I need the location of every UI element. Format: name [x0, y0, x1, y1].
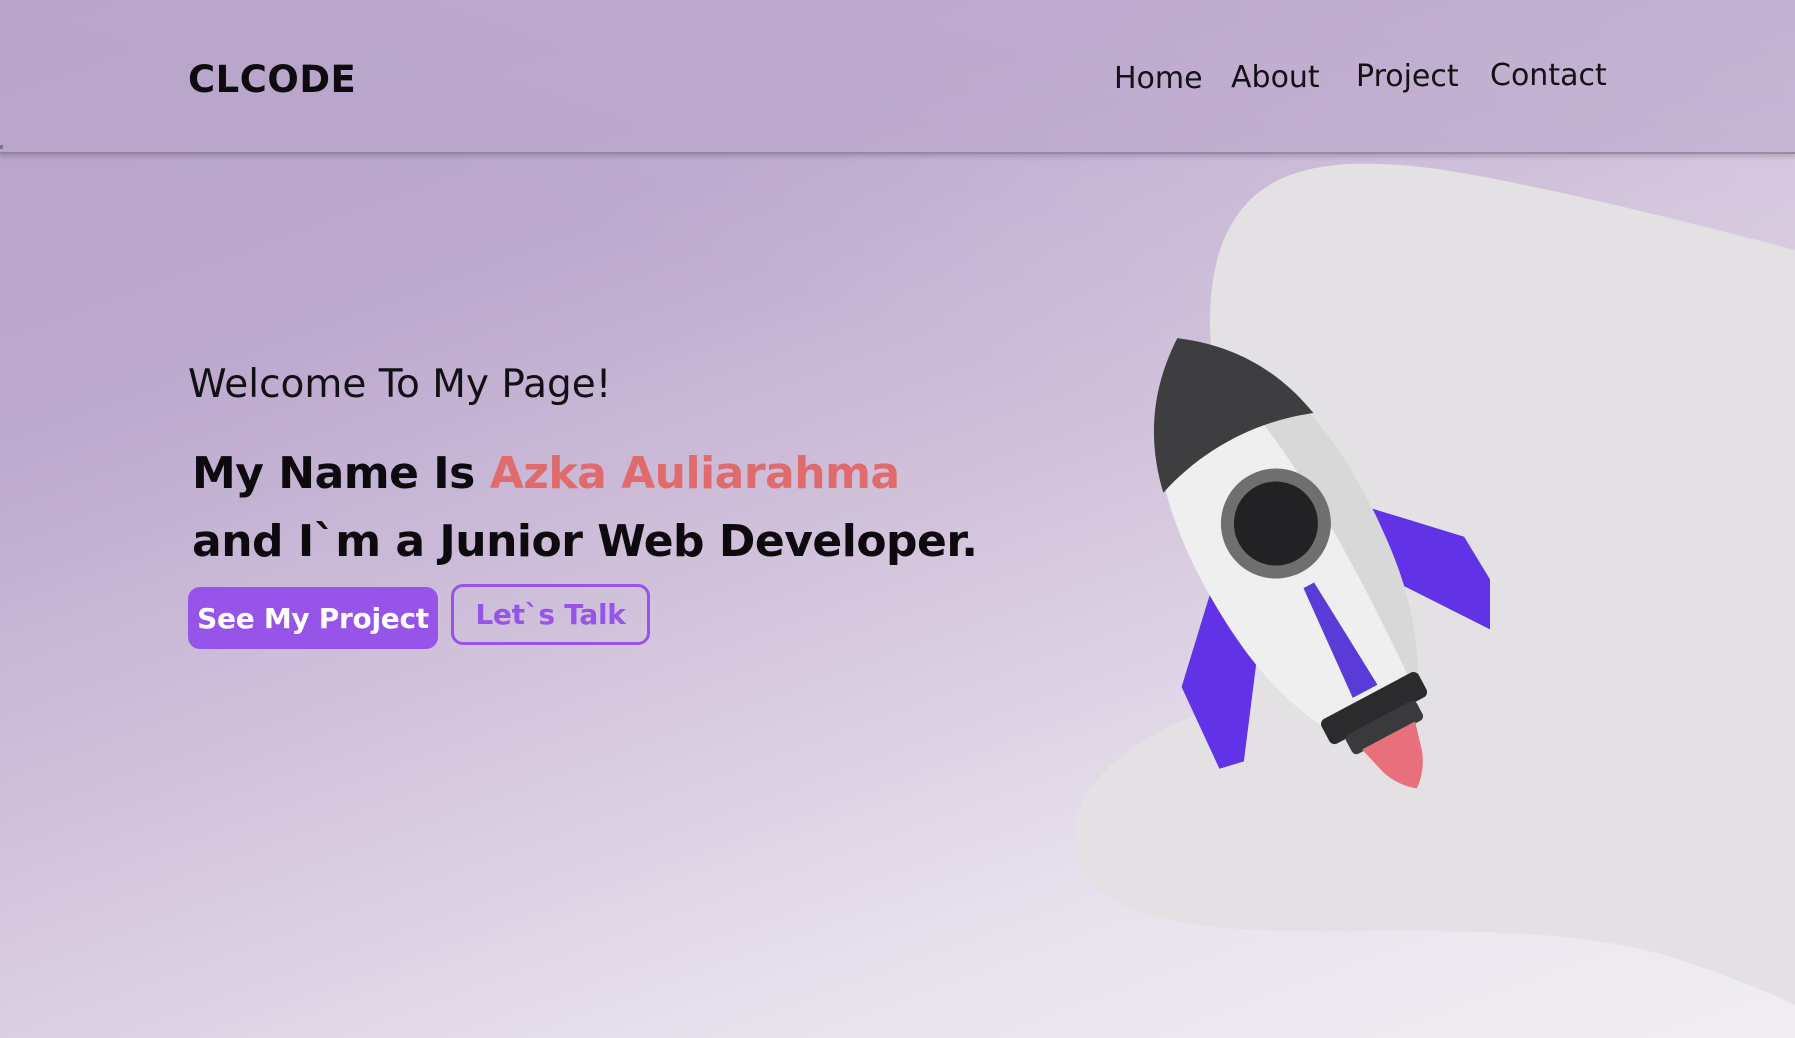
nav-link-contact[interactable]: Contact: [1490, 58, 1607, 93]
site-logo[interactable]: CLCODE: [188, 58, 356, 101]
headline-role: and I`m a Junior Web Developer.: [192, 516, 978, 567]
hero-headline: My Name Is Azka Auliarahma and I`m a Jun…: [192, 440, 978, 576]
nav-link-home[interactable]: Home: [1114, 61, 1203, 96]
nav-link-about[interactable]: About: [1231, 60, 1320, 95]
rocket-illustration: [1153, 338, 1490, 789]
welcome-text: Welcome To My Page!: [188, 362, 612, 407]
navbar: CLCODE Home About Project Contact: [0, 0, 1795, 154]
headline-prefix: My Name Is: [192, 448, 490, 499]
hero-name: Azka Auliarahma: [489, 448, 900, 499]
see-project-button[interactable]: See My Project: [188, 587, 438, 649]
lets-talk-button[interactable]: Let`s Talk: [451, 584, 650, 645]
nav-link-project[interactable]: Project: [1356, 59, 1459, 94]
